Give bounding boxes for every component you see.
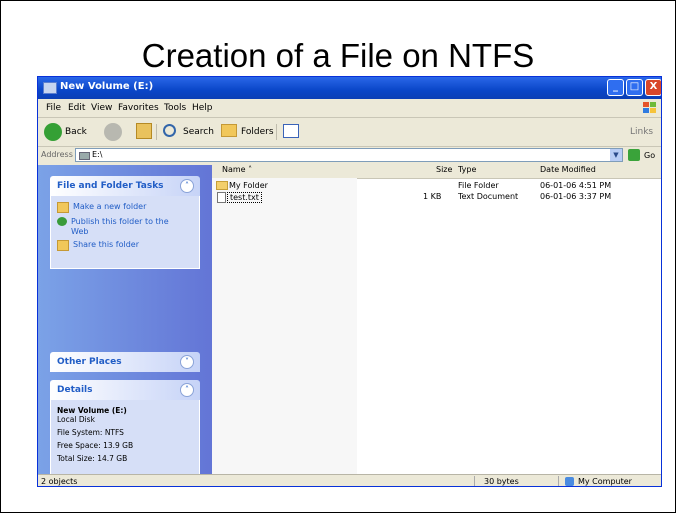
task-publish-folder-line2[interactable]: Web [71,227,88,236]
search-icon[interactable] [163,124,176,137]
expand-chevron-icon[interactable]: ˅ [180,355,194,369]
status-object-count: 2 objects [41,477,78,486]
task-share-folder[interactable]: Share this folder [57,240,139,251]
menu-bar: File Edit View Favorites Tools Help [38,99,661,118]
toolbar: Back Search Folders Links [38,118,661,147]
address-bar: Address E:\ ▼ Go [38,147,661,164]
go-arrow-icon[interactable] [628,149,640,161]
back-arrow-icon[interactable] [44,123,62,141]
status-zone: My Computer [578,477,632,486]
slide-title: Creation of a File on NTFS [141,37,535,74]
drive-icon [43,82,57,94]
status-divider [558,476,559,486]
details-total-size: Total Size: 14.7 GB [57,454,128,463]
computer-icon [565,477,574,486]
folders-button-label[interactable]: Folders [241,127,274,137]
details-title[interactable]: Details [57,385,92,395]
folders-icon[interactable] [221,124,237,137]
menu-help[interactable]: Help [192,103,213,113]
task-publish-folder[interactable]: Publish this folder to the [57,217,169,226]
up-folder-icon[interactable] [136,123,152,139]
task-make-new-folder[interactable]: Make a new folder [57,202,146,213]
other-places-title[interactable]: Other Places [57,357,122,367]
minimize-button[interactable]: _ [607,79,624,96]
toolbar-separator [156,124,157,140]
close-button[interactable]: X [645,79,661,96]
window-title: New Volume (E:) [60,81,154,92]
windows-logo-icon [643,102,656,113]
menu-view[interactable]: View [91,103,112,113]
details-file-system: File System: NTFS [57,428,124,437]
details-header[interactable]: Details ˄ [50,380,200,400]
address-value[interactable]: E:\ [92,150,102,159]
maximize-button[interactable]: □ [626,79,643,96]
column-header-name[interactable]: Name ˄ [222,165,252,177]
chevron-down-icon[interactable]: ▼ [610,149,622,161]
file-size: 1 KB [423,192,442,201]
new-folder-icon [57,202,69,213]
menu-edit[interactable]: Edit [68,103,85,113]
details-name: New Volume (E:) [57,406,127,415]
file-name[interactable]: My Folder [229,181,268,190]
folder-icon [216,181,228,190]
sorted-column-highlight [212,178,357,474]
links-button[interactable]: Links [630,127,653,137]
collapse-chevron-icon[interactable]: ˄ [180,179,194,193]
collapse-chevron-icon[interactable]: ˄ [180,383,194,397]
text-file-icon [217,192,226,203]
back-button-label[interactable]: Back [65,127,87,137]
details-kind: Local Disk [57,415,95,424]
file-type: File Folder [458,181,499,190]
toolbar-separator [276,124,277,140]
title-bar[interactable]: New Volume (E:) _ □ X [38,77,661,99]
explorer-window: New Volume (E:) _ □ X File Edit View Fav… [37,76,662,487]
views-icon[interactable] [283,124,299,138]
column-header-type[interactable]: Type [458,165,476,177]
search-button-label[interactable]: Search [183,127,214,137]
status-divider [474,476,475,486]
menu-tools[interactable]: Tools [164,103,186,113]
file-type: Text Document [458,192,519,201]
column-header-size[interactable]: Size [436,165,452,177]
file-date-modified: 06-01-06 4:51 PM [540,181,612,190]
details-panel: New Volume (E:) Local Disk File System: … [50,400,200,478]
status-bar: 2 objects 30 bytes My Computer [38,474,661,486]
menu-file[interactable]: File [46,103,61,113]
menu-favorites[interactable]: Favorites [118,103,159,113]
address-label: Address [41,150,73,159]
address-input[interactable]: E:\ ▼ [75,148,623,162]
drive-icon [79,152,90,160]
file-name[interactable]: test.txt [227,192,262,203]
go-button[interactable]: Go [644,151,655,160]
details-free-space: Free Space: 13.9 GB [57,441,134,450]
file-tasks-header[interactable]: File and Folder Tasks ˄ [50,176,200,196]
share-folder-icon [57,240,69,251]
file-tasks-title[interactable]: File and Folder Tasks [57,181,164,191]
file-date-modified: 06-01-06 3:37 PM [540,192,612,201]
file-list[interactable]: Name ˄ Size Type Date Modified My Folder… [212,165,661,474]
status-total-size: 30 bytes [484,477,519,486]
column-header-date-modified[interactable]: Date Modified [540,165,596,177]
other-places-header[interactable]: Other Places ˅ [50,352,200,372]
task-pane: File and Folder Tasks ˄ Make a new folde… [38,165,212,478]
file-tasks-panel: Make a new folder Publish this folder to… [50,196,200,269]
forward-arrow-icon[interactable] [104,123,122,141]
globe-icon [57,217,67,226]
